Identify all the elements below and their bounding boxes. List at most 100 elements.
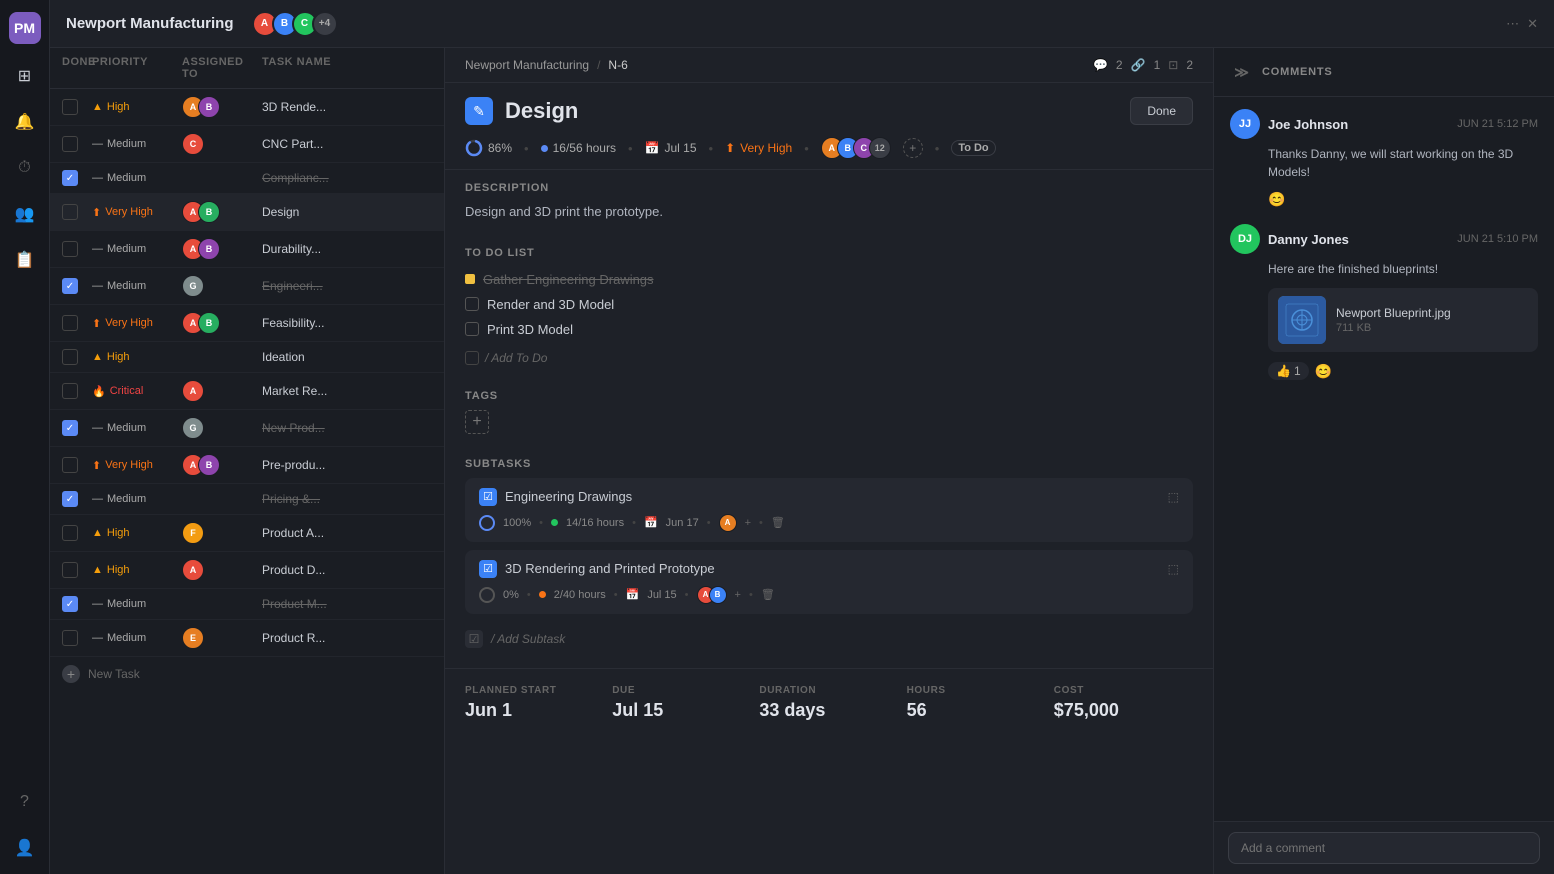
app-logo[interactable]: PM <box>9 12 41 44</box>
delete-icon[interactable]: 🗑 <box>761 588 775 601</box>
external-link-icon[interactable]: ⬚ <box>1168 490 1179 504</box>
table-row[interactable]: ✓ —Medium Complianc... <box>50 163 444 194</box>
todo-checkbox[interactable] <box>465 322 479 336</box>
task-checkbox[interactable] <box>62 349 78 365</box>
task-checkbox[interactable]: ✓ <box>62 420 78 436</box>
task-checkbox[interactable] <box>62 241 78 257</box>
sidebar-user-icon[interactable]: 👤 <box>11 834 39 862</box>
table-row[interactable]: —Medium AB Durability... <box>50 231 444 268</box>
hours-dot <box>541 145 548 152</box>
task-table-header: DONE PRIORITY ASSIGNED TO TASK NAME <box>50 48 444 89</box>
priority-badge: —Medium <box>92 493 182 505</box>
task-name: Durability... <box>262 242 432 256</box>
table-row[interactable]: ✓ —Medium G New Prod... <box>50 410 444 447</box>
todo-item[interactable]: Render and 3D Model <box>465 292 1193 317</box>
close-icon[interactable]: ✕ <box>1527 16 1538 32</box>
task-checkbox[interactable]: ✓ <box>62 491 78 507</box>
col-assigned: ASSIGNED TO <box>182 56 262 80</box>
subtask-hours: 14/16 hours <box>566 517 624 529</box>
add-assignee-button[interactable]: + <box>903 138 923 158</box>
assignee-avatars: G <box>182 275 262 297</box>
table-row[interactable]: ✓ —Medium Pricing &... <box>50 484 444 515</box>
assignee-avatars: C <box>182 133 262 155</box>
table-row[interactable]: ▲High AB 3D Rende... <box>50 89 444 126</box>
task-checkbox[interactable] <box>62 383 78 399</box>
table-row[interactable]: ▲High A Product D... <box>50 552 444 589</box>
task-checkbox[interactable] <box>62 457 78 473</box>
emoji-react-button[interactable]: 😊 <box>1315 363 1332 380</box>
sidebar-docs-icon[interactable]: 📋 <box>11 246 39 274</box>
comment-item: DJ Danny Jones JUN 21 5:10 PM Here are t… <box>1230 224 1538 380</box>
emoji-react-button[interactable]: 😊 <box>1268 191 1285 208</box>
comments-count: 2 <box>1116 58 1123 72</box>
sidebar-home-icon[interactable]: ⊞ <box>11 62 39 90</box>
comment-time: JUN 21 5:12 PM <box>1457 118 1538 130</box>
hours-dot <box>539 591 546 598</box>
task-checkbox[interactable]: ✓ <box>62 278 78 294</box>
subtask-assignees: A B <box>697 586 727 604</box>
table-row[interactable]: ✓ —Medium Product M... <box>50 589 444 620</box>
hours-value: 16/56 hours <box>553 141 616 155</box>
subtask-name[interactable]: Engineering Drawings <box>505 489 632 504</box>
add-tag-button[interactable]: + <box>465 410 489 434</box>
add-task-button[interactable]: + New Task <box>50 657 444 691</box>
assignee-avatars: AB <box>182 201 262 223</box>
task-name: CNC Part... <box>262 137 432 151</box>
done-button[interactable]: Done <box>1130 97 1193 125</box>
delete-icon[interactable]: 🗑 <box>771 516 785 529</box>
task-name: Complianc... <box>262 171 432 185</box>
task-checkbox[interactable] <box>62 204 78 220</box>
task-checkbox[interactable] <box>62 630 78 646</box>
add-subtask-button[interactable]: ☑ / Add Subtask <box>465 622 1193 656</box>
table-row[interactable]: —Medium E Product R... <box>50 620 444 657</box>
add-assignee-icon[interactable]: + <box>735 589 741 601</box>
table-row[interactable]: ⬆Very High AB Design <box>50 194 444 231</box>
task-checkbox[interactable] <box>62 562 78 578</box>
sidebar-people-icon[interactable]: 👥 <box>11 200 39 228</box>
table-row[interactable]: ⬆Very High AB Feasibility... <box>50 305 444 342</box>
assignee-avatars: AB <box>182 238 262 260</box>
table-row[interactable]: —Medium C CNC Part... <box>50 126 444 163</box>
table-row[interactable]: ▲High F Product A... <box>50 515 444 552</box>
task-checkbox[interactable]: ✓ <box>62 170 78 186</box>
subtasks-count: 2 <box>1186 58 1193 72</box>
table-row[interactable]: ⬆Very High AB Pre-produ... <box>50 447 444 484</box>
table-row[interactable]: 🔥Critical A Market Re... <box>50 373 444 410</box>
external-link-icon[interactable]: ⬚ <box>1168 562 1179 576</box>
tags-label: TAGS <box>465 390 1193 402</box>
title-row: ✎ Design Done <box>445 83 1213 133</box>
attachment[interactable]: Newport Blueprint.jpg 711 KB <box>1268 288 1538 352</box>
sidebar-notifications-icon[interactable]: 🔔 <box>11 108 39 136</box>
add-todo-label: / Add To Do <box>485 351 547 365</box>
todo-done-indicator <box>465 274 475 284</box>
reaction-button[interactable]: 👍 1 <box>1268 362 1309 380</box>
subtask-item: ☑ Engineering Drawings ⬚ 100% • 14/16 ho… <box>465 478 1193 542</box>
task-checkbox[interactable]: ✓ <box>62 596 78 612</box>
duration-label: DURATION <box>759 685 898 696</box>
content-wrapper: DONE PRIORITY ASSIGNED TO TASK NAME ▲Hig… <box>50 48 1554 874</box>
comment-avatar: DJ <box>1230 224 1260 254</box>
task-name: Pre-produ... <box>262 458 432 472</box>
comment-input[interactable] <box>1228 832 1540 864</box>
add-assignee-icon[interactable]: + <box>745 517 751 529</box>
table-row[interactable]: ▲High Ideation <box>50 342 444 373</box>
task-checkbox[interactable] <box>62 315 78 331</box>
task-checkbox[interactable] <box>62 136 78 152</box>
todo-checkbox[interactable] <box>465 297 479 311</box>
subtask-name[interactable]: 3D Rendering and Printed Prototype <box>505 561 715 576</box>
task-name: Product R... <box>262 631 432 645</box>
add-todo-button[interactable]: / Add To Do <box>465 346 1193 370</box>
sidebar-help-icon[interactable]: ? <box>11 788 39 816</box>
todo-item[interactable]: Print 3D Model <box>465 317 1193 342</box>
todo-item[interactable]: Gather Engineering Drawings <box>465 267 1193 292</box>
sidebar-time-icon[interactable]: ⏱ <box>11 154 39 182</box>
priority-badge: ⬆Very High <box>92 206 182 219</box>
collapse-icon[interactable]: ≫ <box>1230 60 1254 84</box>
due-label: DUE <box>612 685 751 696</box>
breadcrumb-project[interactable]: Newport Manufacturing <box>465 58 589 72</box>
attachment-size: 711 KB <box>1336 322 1451 334</box>
more-icon[interactable]: ⋯ <box>1506 16 1519 32</box>
task-checkbox[interactable] <box>62 99 78 115</box>
table-row[interactable]: ✓ —Medium G Engineeri... <box>50 268 444 305</box>
task-checkbox[interactable] <box>62 525 78 541</box>
